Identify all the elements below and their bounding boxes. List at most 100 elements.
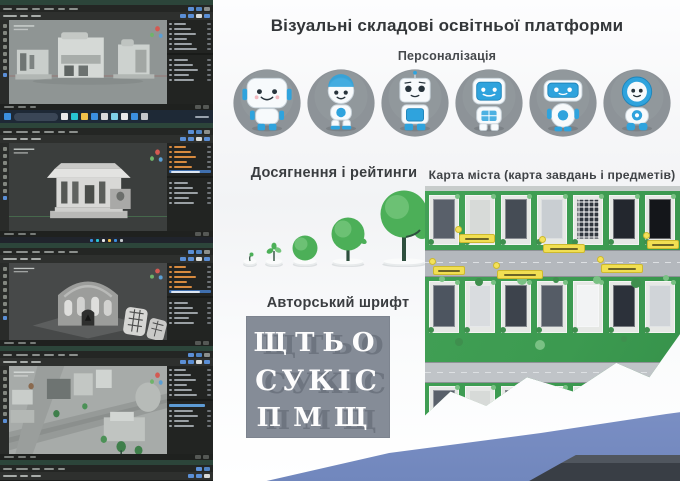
map-tree	[644, 327, 650, 333]
map-tree	[500, 327, 506, 333]
panel-row	[169, 311, 211, 314]
tool-icon	[2, 24, 7, 28]
taskbar-app-icon	[96, 238, 99, 242]
panel-row	[169, 383, 211, 386]
panel-row	[169, 145, 211, 148]
pavilion-model	[46, 163, 131, 219]
panel-divider	[167, 399, 213, 401]
blender-outliner-properties	[167, 263, 213, 340]
panel-row	[169, 78, 211, 81]
map-tree	[663, 275, 669, 281]
toolbar-button-icon	[188, 360, 194, 364]
menu-text-smudge	[3, 130, 12, 133]
map-tree	[671, 194, 676, 199]
toolbar-button-icon	[203, 341, 209, 345]
menu-text-smudge	[32, 250, 40, 253]
personalization-section-label: Персоналізація	[397, 49, 497, 63]
tool-icon	[2, 377, 7, 381]
menu-text-smudge	[30, 456, 36, 458]
map-building	[505, 285, 527, 327]
map-tree	[599, 385, 604, 390]
menu-text-smudge	[18, 106, 26, 108]
panel-row	[169, 373, 211, 376]
robot-round-cap-icon	[306, 68, 376, 138]
toolbar-button-icon	[204, 474, 210, 478]
panel-row	[169, 186, 211, 189]
map-tree	[464, 327, 470, 333]
far-row-plot	[644, 385, 676, 416]
menu-text-smudge	[20, 258, 28, 260]
menu-text-smudge	[31, 475, 41, 477]
map-building	[613, 390, 635, 414]
tool-icon	[2, 52, 7, 56]
menu-text-smudge	[3, 467, 12, 470]
bottom-row-plot	[500, 280, 532, 333]
growth-stage-young-tree	[324, 207, 372, 272]
map-building	[433, 199, 455, 239]
blender-menubar	[0, 128, 213, 135]
toolbar-button-icon	[196, 466, 202, 471]
panel-divider	[167, 176, 213, 178]
far-row-plot	[572, 385, 604, 416]
blender-screenshot-partial	[0, 460, 213, 481]
map-tree	[527, 385, 532, 390]
blender-menubar	[0, 351, 213, 358]
bottom-row-plot	[572, 280, 604, 333]
map-tree	[428, 414, 434, 416]
toolbar-button-icon	[204, 14, 210, 18]
toolbar-button-icon	[195, 232, 201, 236]
dark-roof-silhouette	[529, 455, 680, 481]
far-row-plot	[536, 385, 568, 416]
blender-tool-shelf	[0, 263, 9, 340]
toolbar-button-icon	[196, 352, 202, 357]
tool-icon	[2, 281, 7, 285]
toolbar-button-icon	[196, 14, 202, 18]
panel-row	[169, 301, 211, 304]
menu-text-smudge	[44, 353, 54, 356]
toolbar-button-icon	[180, 257, 186, 261]
road-lane-marking	[425, 262, 680, 263]
active-tool-icon	[2, 196, 7, 200]
map-tree	[553, 277, 559, 283]
bottom-row-plot	[608, 280, 640, 333]
panel-row	[169, 27, 211, 30]
map-tree	[527, 194, 532, 199]
font-letter-row: ЩТЬО	[253, 328, 383, 358]
panel-row	[169, 388, 211, 391]
toolbar-button-icon	[196, 137, 202, 141]
toolbar-button-icon	[188, 14, 194, 18]
panel-row	[169, 42, 211, 45]
tool-icon	[2, 182, 7, 186]
map-tree	[500, 414, 506, 416]
map-building	[505, 199, 527, 239]
map-tree	[644, 414, 650, 416]
menu-text-smudge	[31, 258, 41, 260]
blender-tool-shelf	[0, 366, 9, 454]
map-tree	[671, 280, 676, 285]
menu-text-smudge	[20, 138, 28, 140]
panel-row	[169, 47, 211, 50]
panel-row	[169, 196, 211, 199]
panel-row	[169, 280, 211, 283]
menu-text-smudge	[69, 7, 78, 10]
menu-text-smudge	[69, 250, 78, 253]
panel-row	[169, 201, 211, 204]
blender-screenshot-pavilion-model	[0, 123, 213, 237]
map-tree	[500, 239, 506, 245]
panel-row	[169, 63, 211, 66]
map-tree	[527, 280, 532, 285]
taskbar-app-icon	[102, 238, 105, 242]
outliner-selected-row	[169, 290, 211, 293]
robot-antenna-screen-icon	[380, 68, 450, 138]
map-tree	[572, 414, 578, 416]
menu-text-smudge	[31, 15, 41, 17]
map-tree	[621, 336, 627, 342]
tool-icon	[2, 267, 7, 271]
blender-outliner-properties	[167, 366, 213, 454]
menu-text-smudge	[18, 456, 26, 458]
menu-text-smudge	[44, 467, 54, 470]
toolbar-button-icon	[204, 137, 210, 141]
map-task-tag	[647, 240, 679, 249]
map-road	[425, 362, 680, 383]
panel-row	[169, 155, 211, 158]
